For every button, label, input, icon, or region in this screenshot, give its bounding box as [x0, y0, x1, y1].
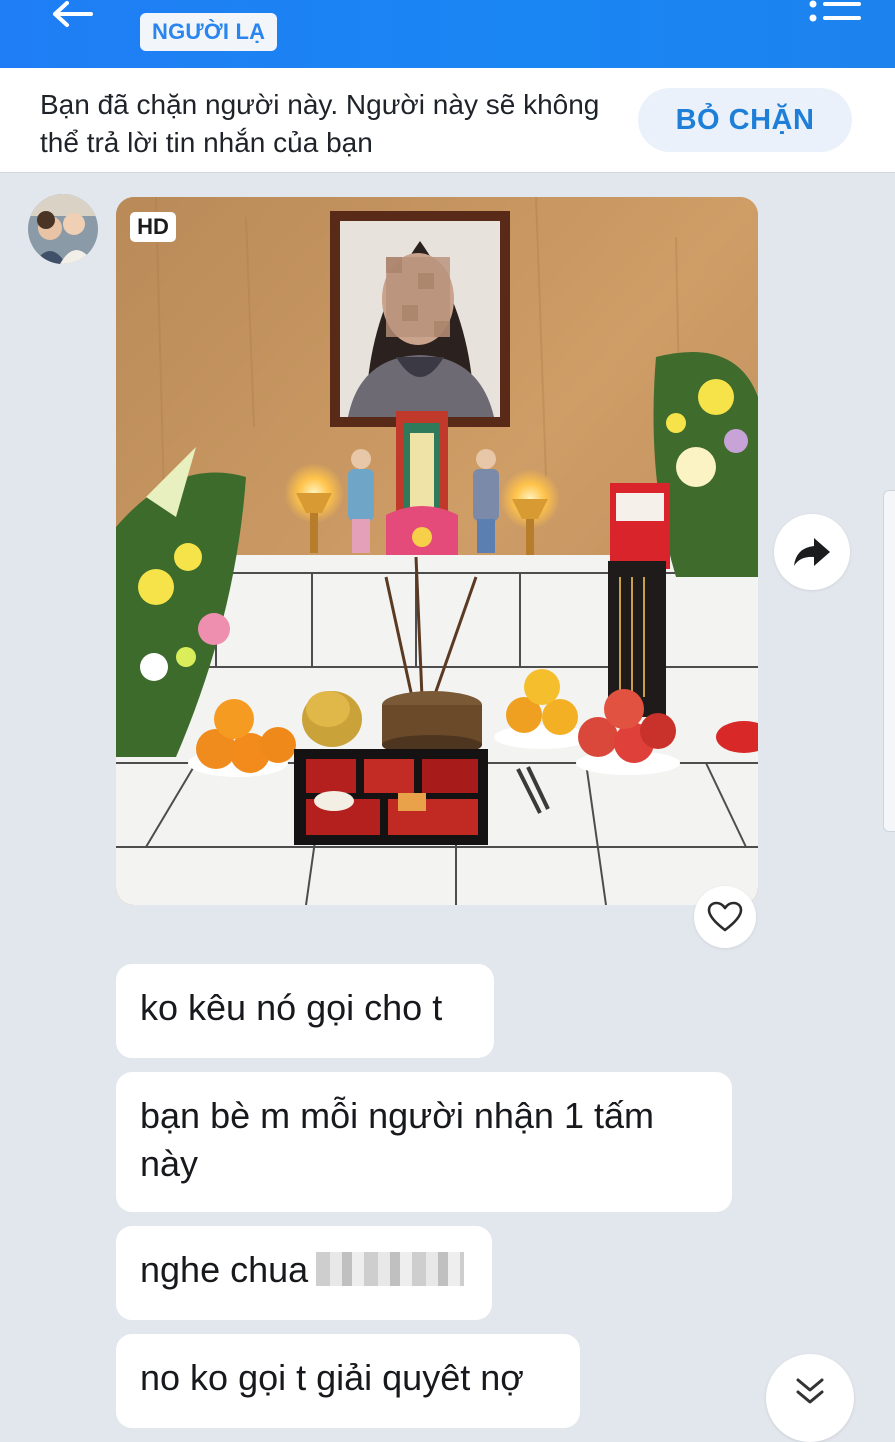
message-text: ko kêu nó gọi cho t	[140, 987, 443, 1028]
message-bubble[interactable]: bạn bè m mỗi người nhận 1 tấm này	[116, 1072, 732, 1212]
unblock-button[interactable]: BỎ CHẶN	[638, 88, 852, 152]
block-notice-text: Bạn đã chặn người này. Người này sẽ khôn…	[40, 89, 600, 158]
back-arrow-icon	[53, 1, 93, 27]
message-text: bạn bè m mỗi người nhận 1 tấm này	[140, 1095, 654, 1184]
stranger-badge: NGƯỜI LẠ	[140, 13, 278, 51]
chat-header: NGƯỜI LẠ	[0, 0, 895, 68]
double-chevron-down-icon	[796, 1378, 824, 1404]
back-button[interactable]	[36, 0, 106, 32]
side-panel-handle[interactable]	[883, 490, 895, 832]
react-button[interactable]	[694, 886, 756, 948]
scroll-to-bottom-button[interactable]	[766, 1354, 854, 1442]
forward-icon	[794, 538, 830, 566]
altar-photo	[116, 197, 758, 905]
photo-message[interactable]	[116, 197, 758, 905]
block-notice-banner: Bạn đã chặn người này. Người này sẽ khôn…	[0, 68, 895, 173]
redacted-text-blur	[316, 1252, 465, 1286]
message-text: no ko gọi t giải quyêt nợ	[140, 1357, 524, 1398]
message-text: nghe chua	[140, 1249, 309, 1290]
message-bubble[interactable]: nghe chua	[116, 1226, 492, 1320]
message-bubble[interactable]: no ko gọi t giải quyêt nợ	[116, 1334, 580, 1428]
menu-list-icon	[809, 0, 861, 22]
avatar[interactable]	[28, 194, 98, 264]
forward-button[interactable]	[774, 514, 850, 590]
message-bubble[interactable]: ko kêu nó gọi cho t	[116, 964, 494, 1058]
menu-button[interactable]	[809, 0, 865, 34]
hd-badge: HD	[130, 212, 176, 242]
heart-icon	[707, 901, 743, 932]
